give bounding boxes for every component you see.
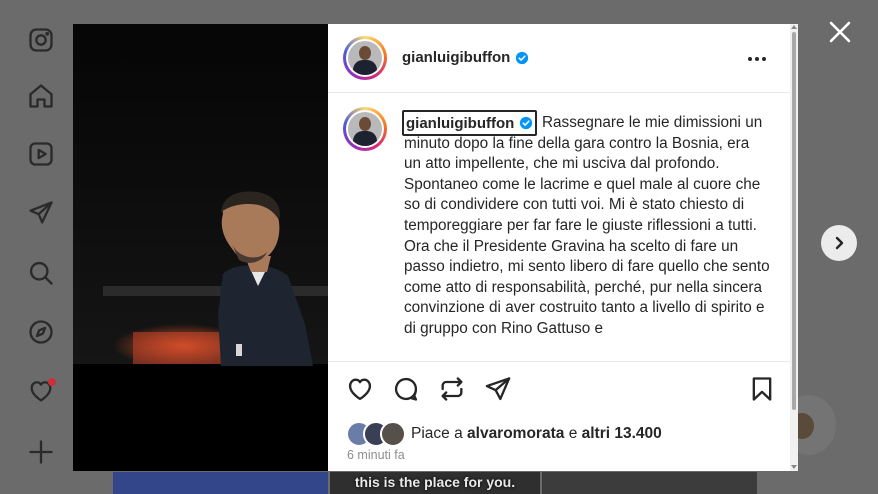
likes-conjunction: e — [568, 425, 578, 442]
notification-dot — [48, 378, 56, 386]
create-icon[interactable] — [24, 435, 58, 469]
background-feed-caption: this is the place for you. — [354, 474, 516, 490]
post-username[interactable]: gianluigibuffon — [402, 49, 529, 66]
save-button[interactable] — [748, 375, 778, 405]
reels-icon[interactable] — [24, 137, 58, 171]
avatar[interactable] — [343, 36, 387, 80]
more-options-button[interactable] — [748, 48, 770, 64]
post-header: gianluigibuffon — [328, 24, 790, 93]
caption-avatar[interactable] — [343, 107, 387, 151]
next-post-button[interactable] — [821, 225, 857, 261]
chevron-right-icon — [835, 236, 844, 250]
like-button[interactable] — [346, 375, 376, 405]
comment-button[interactable] — [392, 375, 422, 405]
heart-icon — [348, 378, 372, 401]
home-icon[interactable] — [24, 79, 58, 113]
scroll-down-arrow-icon[interactable] — [791, 465, 797, 469]
share-icon — [485, 377, 511, 401]
background-feed-thumb — [542, 472, 757, 494]
likes-summary[interactable]: Piace a alvaromorata e altri 13.400 — [346, 421, 662, 447]
post-detail-panel: gianluigibuffon gianluigibuffon Rassegna… — [328, 24, 798, 471]
scrollbar-thumb[interactable] — [792, 32, 796, 410]
sidebar-nav — [0, 0, 72, 494]
post-actions: Piace a alvaromorata e altri 13.400 6 mi… — [328, 361, 790, 472]
liker-avatar — [380, 421, 406, 447]
likes-text: Piace a alvaromorata e altri 13.400 — [411, 425, 662, 443]
verified-badge-icon — [516, 51, 529, 64]
more-dot-icon — [748, 57, 752, 61]
background-feed-thumb — [113, 472, 328, 494]
explore-icon[interactable] — [24, 315, 58, 349]
direct-icon[interactable] — [24, 196, 58, 230]
scroll-up-arrow-icon[interactable] — [791, 25, 797, 29]
caption-text: Rassegnare le mie dimissioni un minuto d… — [404, 113, 770, 340]
post-timestamp[interactable]: 6 minuti fa — [347, 448, 405, 462]
close-button[interactable] — [826, 18, 854, 46]
bookmark-icon — [752, 377, 772, 401]
repost-button[interactable] — [438, 375, 468, 405]
comments-area[interactable]: gianluigibuffon Rassegnare le mie dimiss… — [328, 93, 790, 361]
instagram-logo-icon[interactable] — [24, 23, 58, 57]
repost-icon — [441, 377, 463, 401]
share-button[interactable] — [484, 375, 514, 405]
caption-paragraph-1: Rassegnare le mie dimissioni un minuto d… — [404, 114, 763, 234]
search-icon[interactable] — [24, 256, 58, 290]
liker-username[interactable]: alvaromorata — [467, 425, 564, 442]
scrollbar[interactable] — [790, 24, 798, 471]
post-image[interactable] — [73, 24, 328, 471]
caption-paragraph-2: Ora che il Presidente Gravina ha scelto … — [404, 237, 770, 337]
more-dot-icon — [762, 57, 766, 61]
notifications-icon[interactable] — [24, 374, 58, 408]
more-dot-icon — [755, 57, 759, 61]
likes-others-count[interactable]: altri 13.400 — [582, 425, 662, 442]
close-icon — [829, 21, 851, 43]
likes-prefix: Piace a — [411, 425, 463, 442]
comment-icon — [394, 377, 418, 401]
username-label[interactable]: gianluigibuffon — [402, 49, 510, 66]
